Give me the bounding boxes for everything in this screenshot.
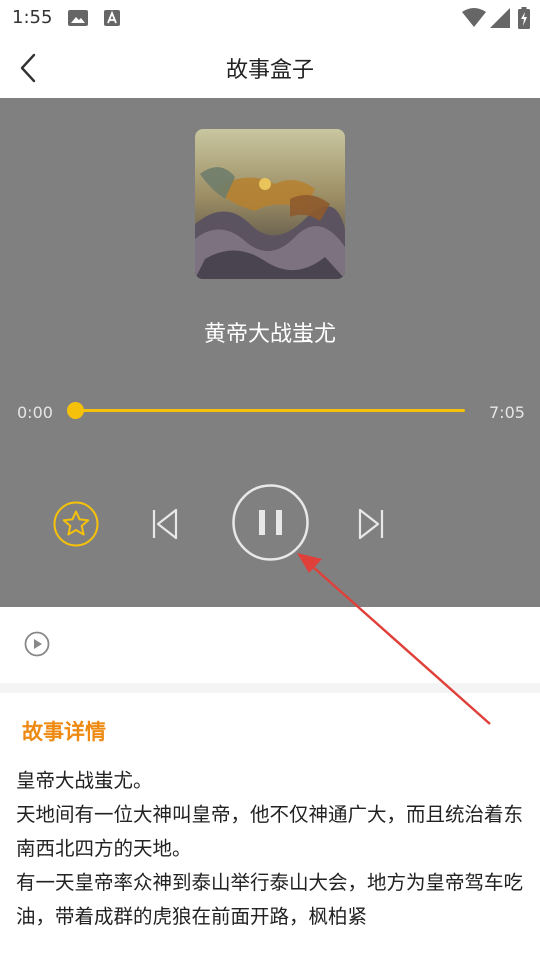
total-duration: 7:05 bbox=[489, 403, 525, 422]
details-header: 故事详情 bbox=[22, 720, 106, 744]
battery-charging-icon bbox=[518, 7, 530, 33]
previous-button[interactable] bbox=[150, 507, 180, 545]
player-panel: 黄帝大战蚩尤 0:00 7:05 bbox=[0, 98, 540, 607]
play-circle-icon bbox=[24, 631, 50, 657]
favorite-button[interactable] bbox=[53, 501, 99, 551]
signal-icon bbox=[490, 8, 510, 32]
wifi-icon bbox=[462, 8, 486, 32]
story-title: 黄帝大战蚩尤 bbox=[203, 322, 336, 347]
text-a-icon bbox=[104, 10, 120, 30]
page-title: 故事盒子 bbox=[225, 58, 314, 83]
pause-icon bbox=[232, 484, 309, 561]
top-bar: 故事盒子 bbox=[0, 36, 540, 98]
details-body: 皇帝大战蚩尤。 天地间有一位大神叫皇帝，他不仅神通广大，而且统治着东南西北四方的… bbox=[16, 769, 524, 928]
next-button[interactable] bbox=[356, 507, 386, 545]
pause-button[interactable] bbox=[232, 484, 309, 565]
next-icon bbox=[358, 508, 384, 540]
progress-thumb[interactable] bbox=[67, 402, 84, 419]
section-divider bbox=[0, 683, 540, 693]
status-time: 1:55 bbox=[12, 7, 53, 28]
elapsed-time: 0:00 bbox=[17, 403, 53, 422]
status-bar: 1:55 bbox=[0, 0, 540, 36]
previous-icon bbox=[152, 508, 178, 540]
play-list-button[interactable] bbox=[24, 631, 50, 661]
progress-bar[interactable] bbox=[75, 409, 465, 412]
playlist-row bbox=[0, 607, 540, 683]
favorite-star-icon bbox=[53, 501, 99, 547]
cover-image bbox=[195, 129, 345, 279]
image-icon bbox=[68, 10, 88, 30]
